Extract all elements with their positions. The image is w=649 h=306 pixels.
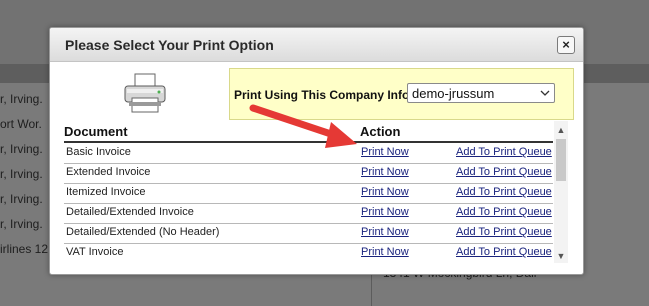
add-to-print-queue-link[interactable]: Add To Print Queue — [456, 186, 552, 198]
background-row: r, Irving. — [0, 142, 43, 156]
table-row: Detailed/Extended (No Header) Print Now Ad… — [64, 223, 553, 244]
print-now-link[interactable]: Print Now — [361, 166, 409, 178]
document-name: Itemized Invoice — [66, 186, 146, 198]
table-row: VAT Invoice Print Now Add To Print Queue — [64, 243, 553, 263]
dialog-title: Please Select Your Print Option — [65, 37, 274, 53]
add-to-print-queue-link[interactable]: Add To Print Queue — [456, 206, 552, 218]
document-name: Detailed/Extended (No Header) — [66, 226, 220, 238]
background-row: ort Wor. — [0, 117, 42, 131]
company-select-value: demo-jrussum — [412, 86, 495, 101]
print-now-link[interactable]: Print Now — [361, 206, 409, 218]
scrollbar-thumb[interactable] — [556, 139, 566, 181]
background-row: r, Irving. — [0, 217, 43, 231]
table-row: Itemized Invoice Print Now Add To Print Qu… — [64, 183, 553, 204]
company-select[interactable]: demo-jrussum — [407, 83, 555, 103]
dialog-titlebar: Please Select Your Print Option × — [50, 28, 583, 62]
document-name: Extended Invoice — [66, 166, 151, 178]
add-to-print-queue-link[interactable]: Add To Print Queue — [456, 246, 552, 258]
column-header-action: Action — [360, 124, 401, 139]
document-name: VAT Invoice — [66, 246, 124, 258]
chevron-down-icon — [540, 90, 550, 96]
scroll-down-icon[interactable]: ▼ — [554, 249, 568, 263]
print-now-link[interactable]: Print Now — [361, 246, 409, 258]
add-to-print-queue-link[interactable]: Add To Print Queue — [456, 226, 552, 238]
table-row: Extended Invoice Print Now Add To Print Qu… — [64, 163, 553, 184]
background-row: r, Irving. — [0, 167, 43, 181]
add-to-print-queue-link[interactable]: Add To Print Queue — [456, 146, 552, 158]
table-row: Detailed/Extended Invoice Print Now Add To… — [64, 203, 553, 224]
background-row: r, Irving. — [0, 92, 43, 106]
print-now-link[interactable]: Print Now — [361, 226, 409, 238]
scroll-up-icon[interactable]: ▲ — [554, 123, 568, 137]
close-button[interactable]: × — [557, 36, 575, 54]
print-now-link[interactable]: Print Now — [361, 186, 409, 198]
add-to-print-queue-link[interactable]: Add To Print Queue — [456, 166, 552, 178]
column-header-document: Document — [64, 124, 128, 139]
table-scrollbar[interactable]: ▲ ▼ — [554, 121, 568, 263]
print-now-link[interactable]: Print Now — [361, 146, 409, 158]
printer-icon — [124, 73, 166, 113]
annotation-arrow — [249, 104, 357, 148]
close-icon: × — [562, 37, 570, 52]
document-name: Basic Invoice — [66, 146, 131, 158]
background-row: r, Irving. — [0, 192, 43, 206]
document-name: Detailed/Extended Invoice — [66, 206, 194, 218]
